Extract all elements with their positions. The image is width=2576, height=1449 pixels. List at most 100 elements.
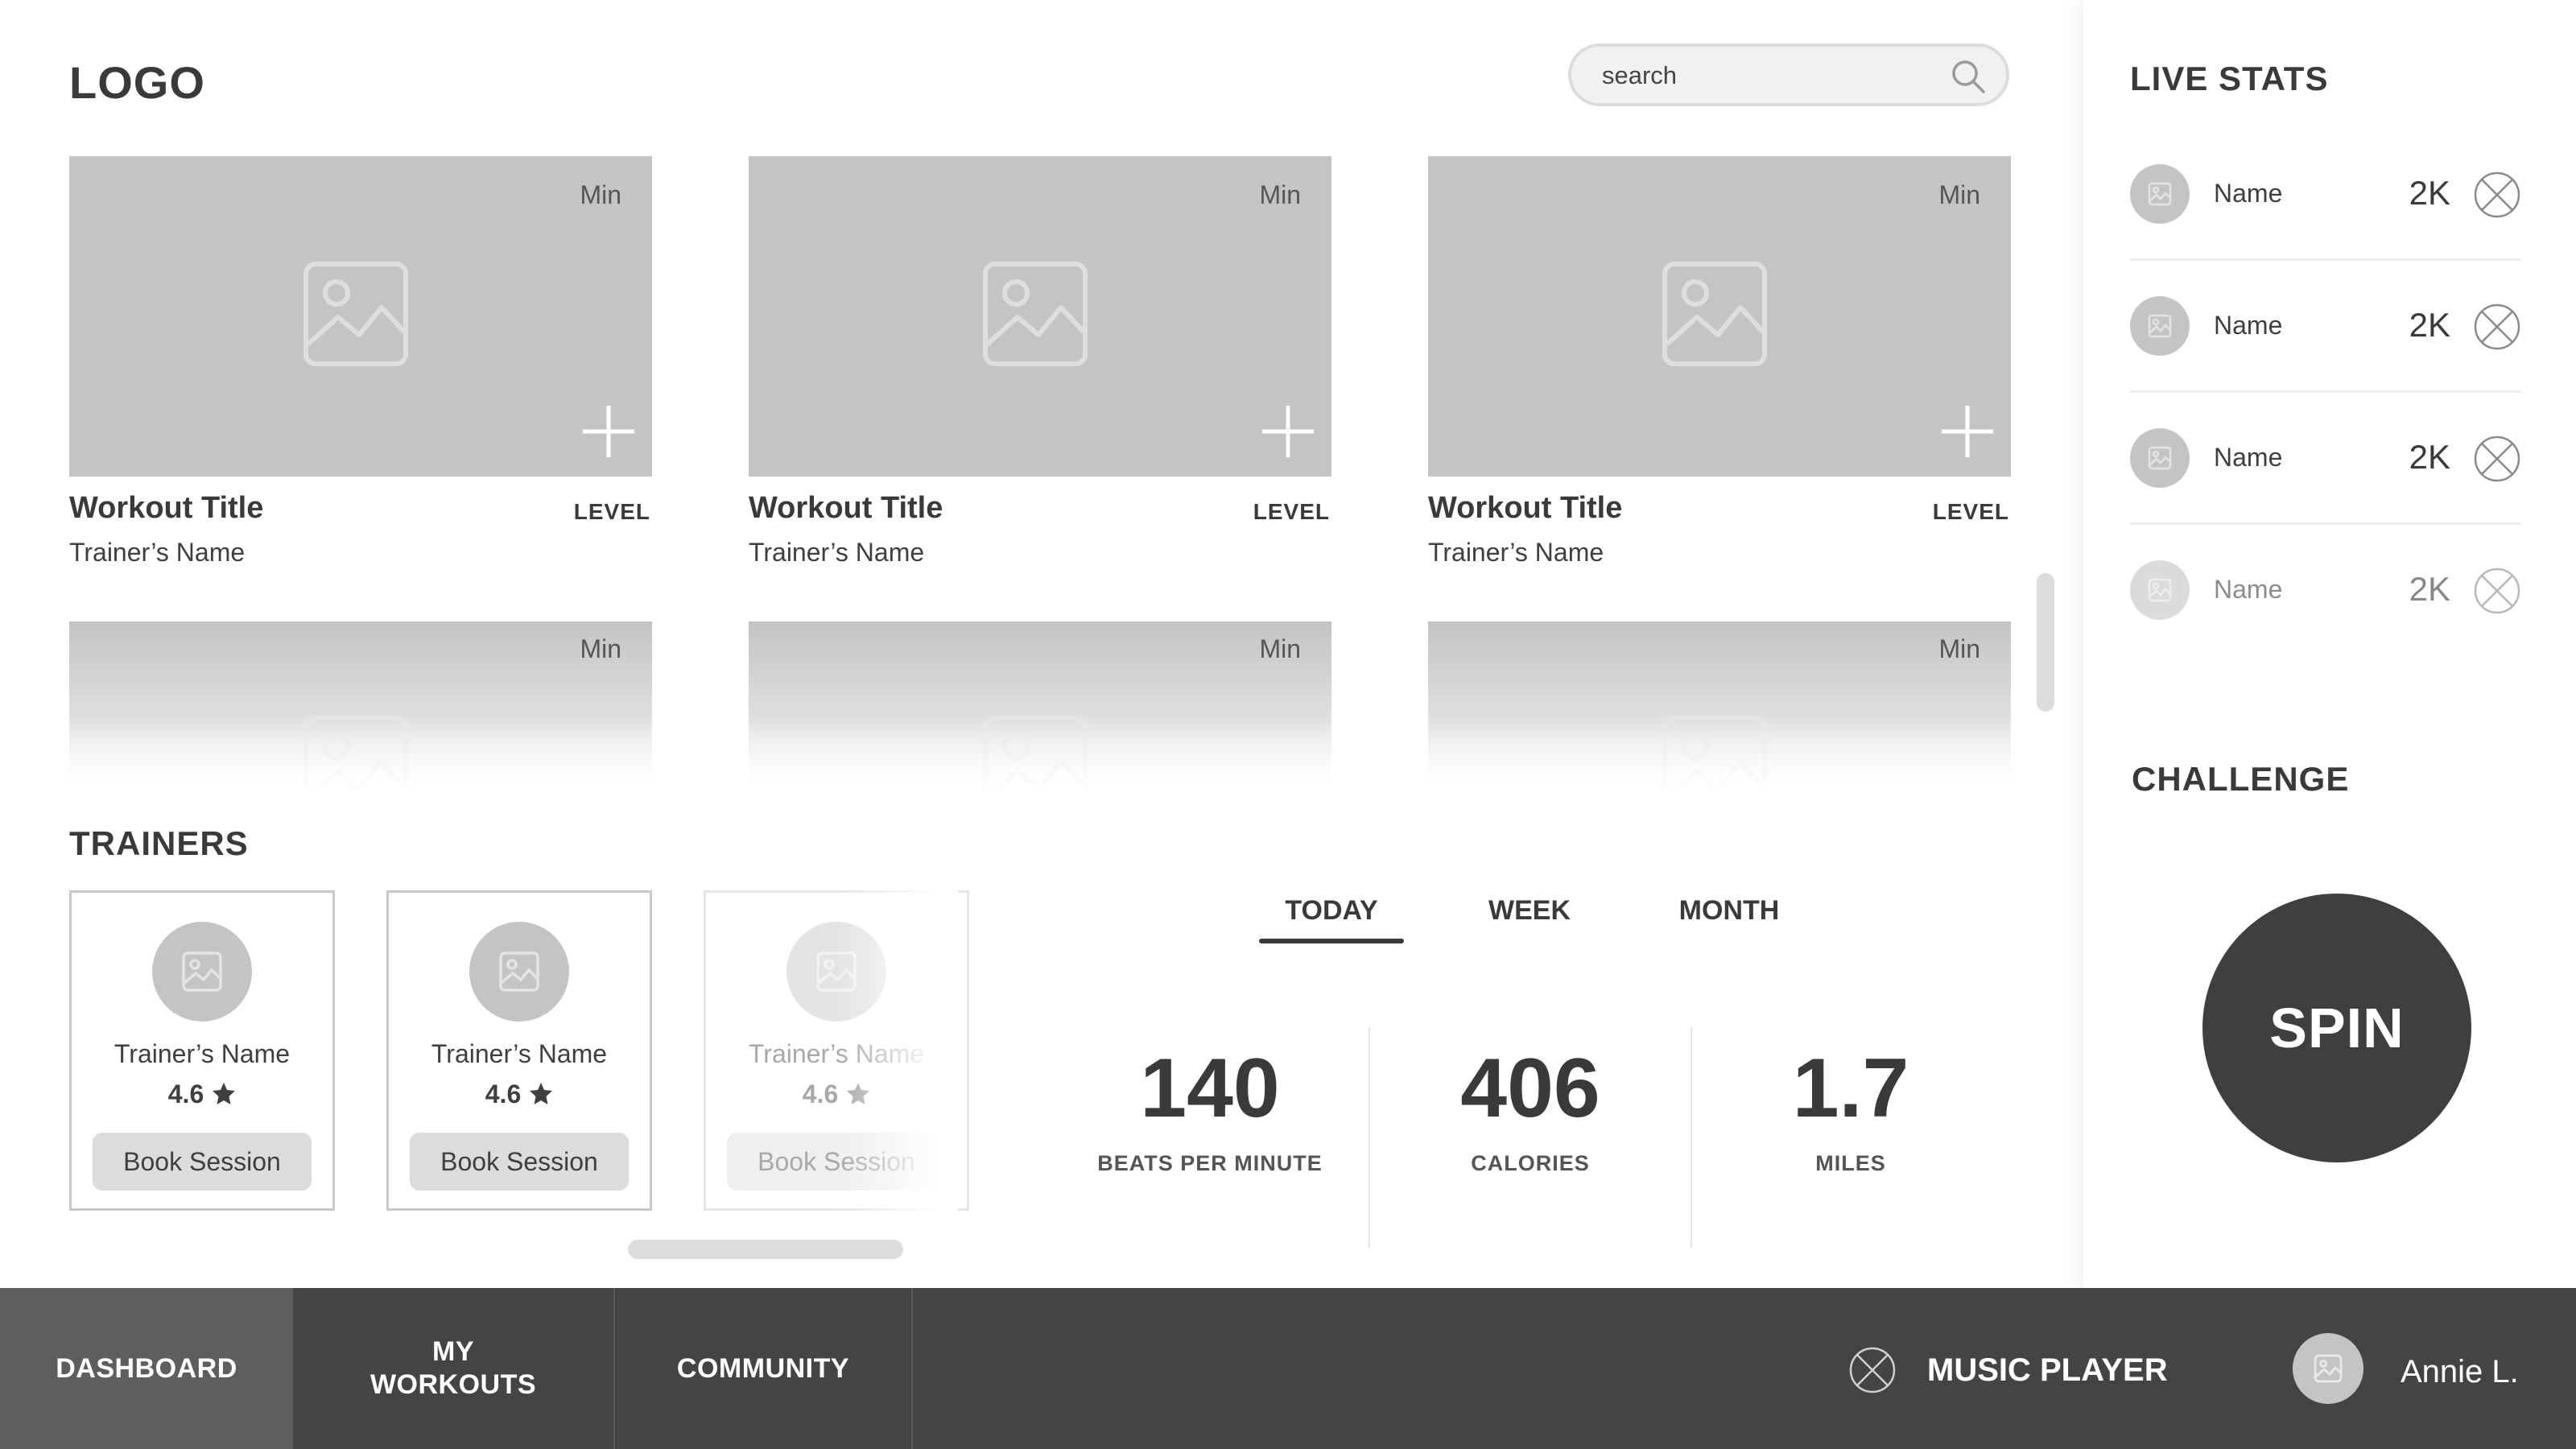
stat-value: 1.7 (1792, 1042, 1909, 1135)
stat-calories: 406 CALORIES (1377, 1046, 1683, 1176)
live-stat-value: 2K (2409, 306, 2450, 344)
active-tab-indicator (1259, 939, 1404, 943)
trainer-name: Trainer’s Name (114, 1039, 291, 1068)
workout-thumbnail[interactable]: Min (749, 156, 1331, 477)
add-workout-icon[interactable] (1938, 402, 1996, 460)
avatar-placeholder-icon (2148, 314, 2172, 338)
tab-today[interactable]: TODAY (1259, 895, 1404, 927)
tab-month[interactable]: MONTH (1657, 895, 1802, 927)
live-stat-row[interactable]: Name 2K (2130, 261, 2521, 393)
workout-duration: Min (1259, 634, 1301, 663)
live-stat-value: 2K (2409, 570, 2450, 608)
challenge-heading: CHALLENGE (2132, 760, 2350, 798)
trainers-scrollbar[interactable] (628, 1240, 903, 1259)
live-stats-heading: LIVE STATS (2130, 60, 2329, 97)
trainer-name: Trainer’s Name (431, 1039, 608, 1068)
stat-divider (1690, 1027, 1692, 1248)
live-stat-value: 2K (2409, 438, 2450, 476)
workout-title[interactable]: Workout Title (749, 491, 943, 526)
logo[interactable]: LOGO (69, 56, 205, 109)
avatar-placeholder-icon (2148, 446, 2172, 470)
avatar (2130, 428, 2190, 488)
avatar-placeholder-icon (2148, 182, 2172, 206)
trainers-heading: TRAINERS (69, 824, 249, 862)
workout-duration: Min (1938, 180, 1980, 209)
x-circle-icon[interactable] (2473, 567, 2521, 615)
live-stat-name: Name (2214, 311, 2283, 340)
workout-thumbnail[interactable]: Min (1428, 156, 2011, 477)
live-stat-row[interactable]: Name 2K (2130, 129, 2521, 261)
workout-title[interactable]: Workout Title (1428, 491, 1622, 526)
fade-overlay (69, 718, 652, 792)
fade-overlay (749, 718, 1331, 792)
workout-level: LEVEL (1253, 499, 1330, 524)
live-stat-name: Name (2214, 179, 2283, 208)
x-circle-icon[interactable] (2473, 435, 2521, 483)
avatar-placeholder-icon (2148, 578, 2172, 602)
stat-label: BEATS PER MINUTE (1097, 1151, 1323, 1175)
tab-week[interactable]: WEEK (1457, 895, 1602, 927)
star-icon (530, 1083, 553, 1104)
search-bar[interactable]: search (1568, 43, 2009, 106)
workout-title[interactable]: Workout Title (69, 491, 263, 526)
stat-value: 140 (1140, 1042, 1280, 1135)
stat-heart-rate: 140 BEATS PER MINUTE (1057, 1046, 1363, 1176)
trainer-rating: 4.6 (389, 1080, 650, 1109)
nav-divider (911, 1288, 913, 1449)
avatar-placeholder-icon (499, 952, 539, 992)
nav-dashboard[interactable]: DASHBOARD (0, 1288, 293, 1449)
fade-overlay (1428, 718, 2011, 792)
x-circle-icon[interactable] (2473, 303, 2521, 351)
avatar (2130, 560, 2190, 620)
trainer-card[interactable]: Trainer’s Name 4.6 Book Session (386, 890, 652, 1211)
nav-community[interactable]: COMMUNITY (615, 1288, 911, 1449)
stat-value: 406 (1460, 1042, 1600, 1135)
workout-level: LEVEL (573, 499, 650, 524)
workout-card[interactable]: Min (1428, 621, 2011, 792)
workout-card[interactable]: Min (749, 621, 1331, 792)
stat-label: CALORIES (1471, 1151, 1590, 1175)
search-icon[interactable] (1948, 56, 1988, 97)
workout-trainer-name: Trainer’s Name (749, 538, 925, 567)
add-workout-icon[interactable] (580, 402, 638, 460)
live-stat-value: 2K (2409, 174, 2450, 212)
workouts-scrollbar[interactable] (2037, 573, 2054, 712)
trainer-card[interactable]: Trainer’s Name 4.6 Book Session (69, 890, 335, 1211)
nav-my-workouts[interactable]: MY WORKOUTS (293, 1288, 613, 1449)
image-placeholder-icon (1662, 262, 1767, 366)
workout-duration: Min (1259, 180, 1301, 209)
live-stat-row[interactable]: Name 2K (2130, 393, 2521, 525)
music-player-icon[interactable] (1848, 1346, 1897, 1394)
user-name[interactable]: Annie L. (2401, 1354, 2519, 1390)
trainer-avatar (152, 922, 252, 1022)
workout-trainer-name: Trainer’s Name (1428, 538, 1604, 567)
book-session-button[interactable]: Book Session (410, 1133, 629, 1191)
trainers-fade-overlay (837, 877, 958, 1224)
star-icon (213, 1083, 236, 1104)
trainer-rating-value: 4.6 (802, 1080, 839, 1108)
workout-thumbnail[interactable]: Min (69, 156, 652, 477)
avatar (2130, 296, 2190, 356)
book-session-button[interactable]: Book Session (93, 1133, 312, 1191)
user-avatar[interactable] (2293, 1333, 2363, 1404)
workout-duration: Min (580, 634, 621, 663)
x-circle-icon[interactable] (2473, 171, 2521, 219)
workout-trainer-name: Trainer’s Name (69, 538, 246, 567)
workout-duration: Min (1938, 634, 1980, 663)
live-stat-name: Name (2214, 443, 2283, 472)
trainer-rating-value: 4.6 (485, 1080, 522, 1108)
workout-card[interactable]: Min (69, 621, 652, 792)
music-player-label[interactable]: MUSIC PLAYER (1927, 1352, 2168, 1389)
search-input[interactable]: search (1602, 61, 1677, 90)
live-stat-row[interactable]: Name 2K (2130, 525, 2521, 657)
workout-duration: Min (580, 180, 621, 209)
avatar-placeholder-icon (182, 952, 222, 992)
add-workout-icon[interactable] (1259, 402, 1317, 460)
avatar-placeholder-icon (2314, 1354, 2343, 1383)
trainer-rating-value: 4.6 (167, 1080, 204, 1108)
workout-level: LEVEL (1932, 499, 2009, 524)
stat-divider (1368, 1027, 1370, 1248)
stat-miles: 1.7 MILES (1698, 1046, 2004, 1176)
spin-button[interactable]: SPIN (2202, 894, 2471, 1162)
stat-label: MILES (1815, 1151, 1886, 1175)
